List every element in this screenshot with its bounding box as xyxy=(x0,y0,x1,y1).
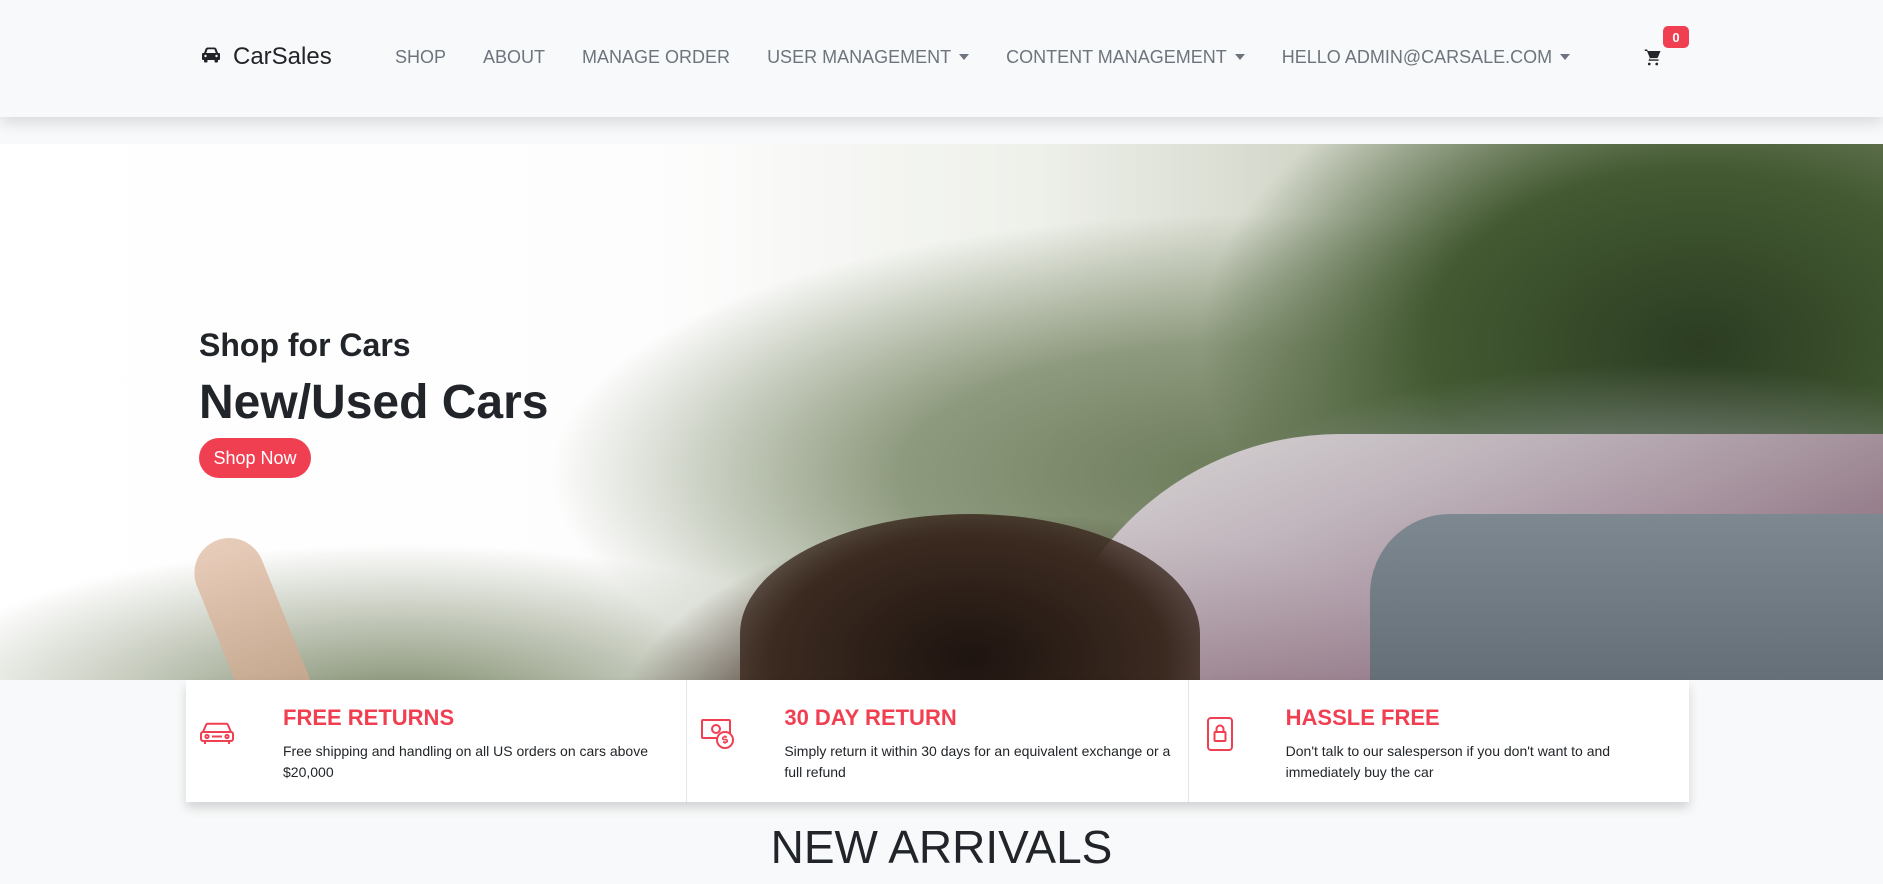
caret-down-icon xyxy=(1560,54,1571,60)
feature-free-returns: FREE RETURNS Free shipping and handling … xyxy=(186,680,688,802)
nav-links: SHOP ABOUT MANAGE ORDER USER MANAGEMENT … xyxy=(395,40,1571,74)
nav-manage-order[interactable]: MANAGE ORDER xyxy=(582,47,730,68)
nav-user-account-dropdown[interactable]: HELLO ADMIN@CARSALE.COM xyxy=(1282,47,1571,68)
car-icon xyxy=(199,716,235,748)
lock-icon xyxy=(1202,716,1238,751)
feature-title: FREE RETURNS xyxy=(283,705,455,730)
caret-down-icon xyxy=(1234,54,1245,60)
feature-description: Don't talk to our salesperson if you don… xyxy=(1285,743,1611,780)
feature-30-day-return: 30 DAY RETURN Simply return it within 30… xyxy=(687,680,1189,802)
car-icon xyxy=(199,42,223,73)
money-icon xyxy=(700,716,736,749)
new-arrivals-heading: NEW ARRIVALS xyxy=(770,821,1113,873)
cart-button[interactable] xyxy=(1644,48,1664,68)
caret-down-icon xyxy=(959,54,970,60)
feature-title: HASSLE FREE xyxy=(1285,705,1440,730)
navbar: CarSales SHOP ABOUT MANAGE ORDER USER MA… xyxy=(0,0,1883,117)
features-strip: FREE RETURNS Free shipping and handling … xyxy=(186,680,1689,802)
hero-image-arm xyxy=(183,527,317,680)
hero-title: New/Used Cars xyxy=(199,376,549,429)
feature-description: Free shipping and handling on all US ord… xyxy=(283,743,649,780)
nav-about[interactable]: ABOUT xyxy=(483,47,545,68)
nav-content-management-dropdown[interactable]: CONTENT MANAGEMENT xyxy=(1006,47,1245,68)
shop-now-button[interactable]: Shop Now xyxy=(199,438,311,478)
cart-icon xyxy=(1644,49,1662,70)
feature-description: Simply return it within 30 days for an e… xyxy=(784,743,1171,780)
nav-user-management-dropdown[interactable]: USER MANAGEMENT xyxy=(767,47,970,68)
hero-image-car-window xyxy=(1370,514,1883,680)
hero-subtitle: Shop for Cars xyxy=(199,327,411,363)
brand-link[interactable]: CarSales xyxy=(199,40,332,74)
feature-hassle-free: HASSLE FREE Don't talk to our salesperso… xyxy=(1189,680,1689,802)
feature-title: 30 DAY RETURN xyxy=(784,705,957,730)
nav-shop[interactable]: SHOP xyxy=(395,47,446,68)
brand-name: CarSales xyxy=(233,43,332,70)
cart-count-badge: 0 xyxy=(1663,26,1689,48)
